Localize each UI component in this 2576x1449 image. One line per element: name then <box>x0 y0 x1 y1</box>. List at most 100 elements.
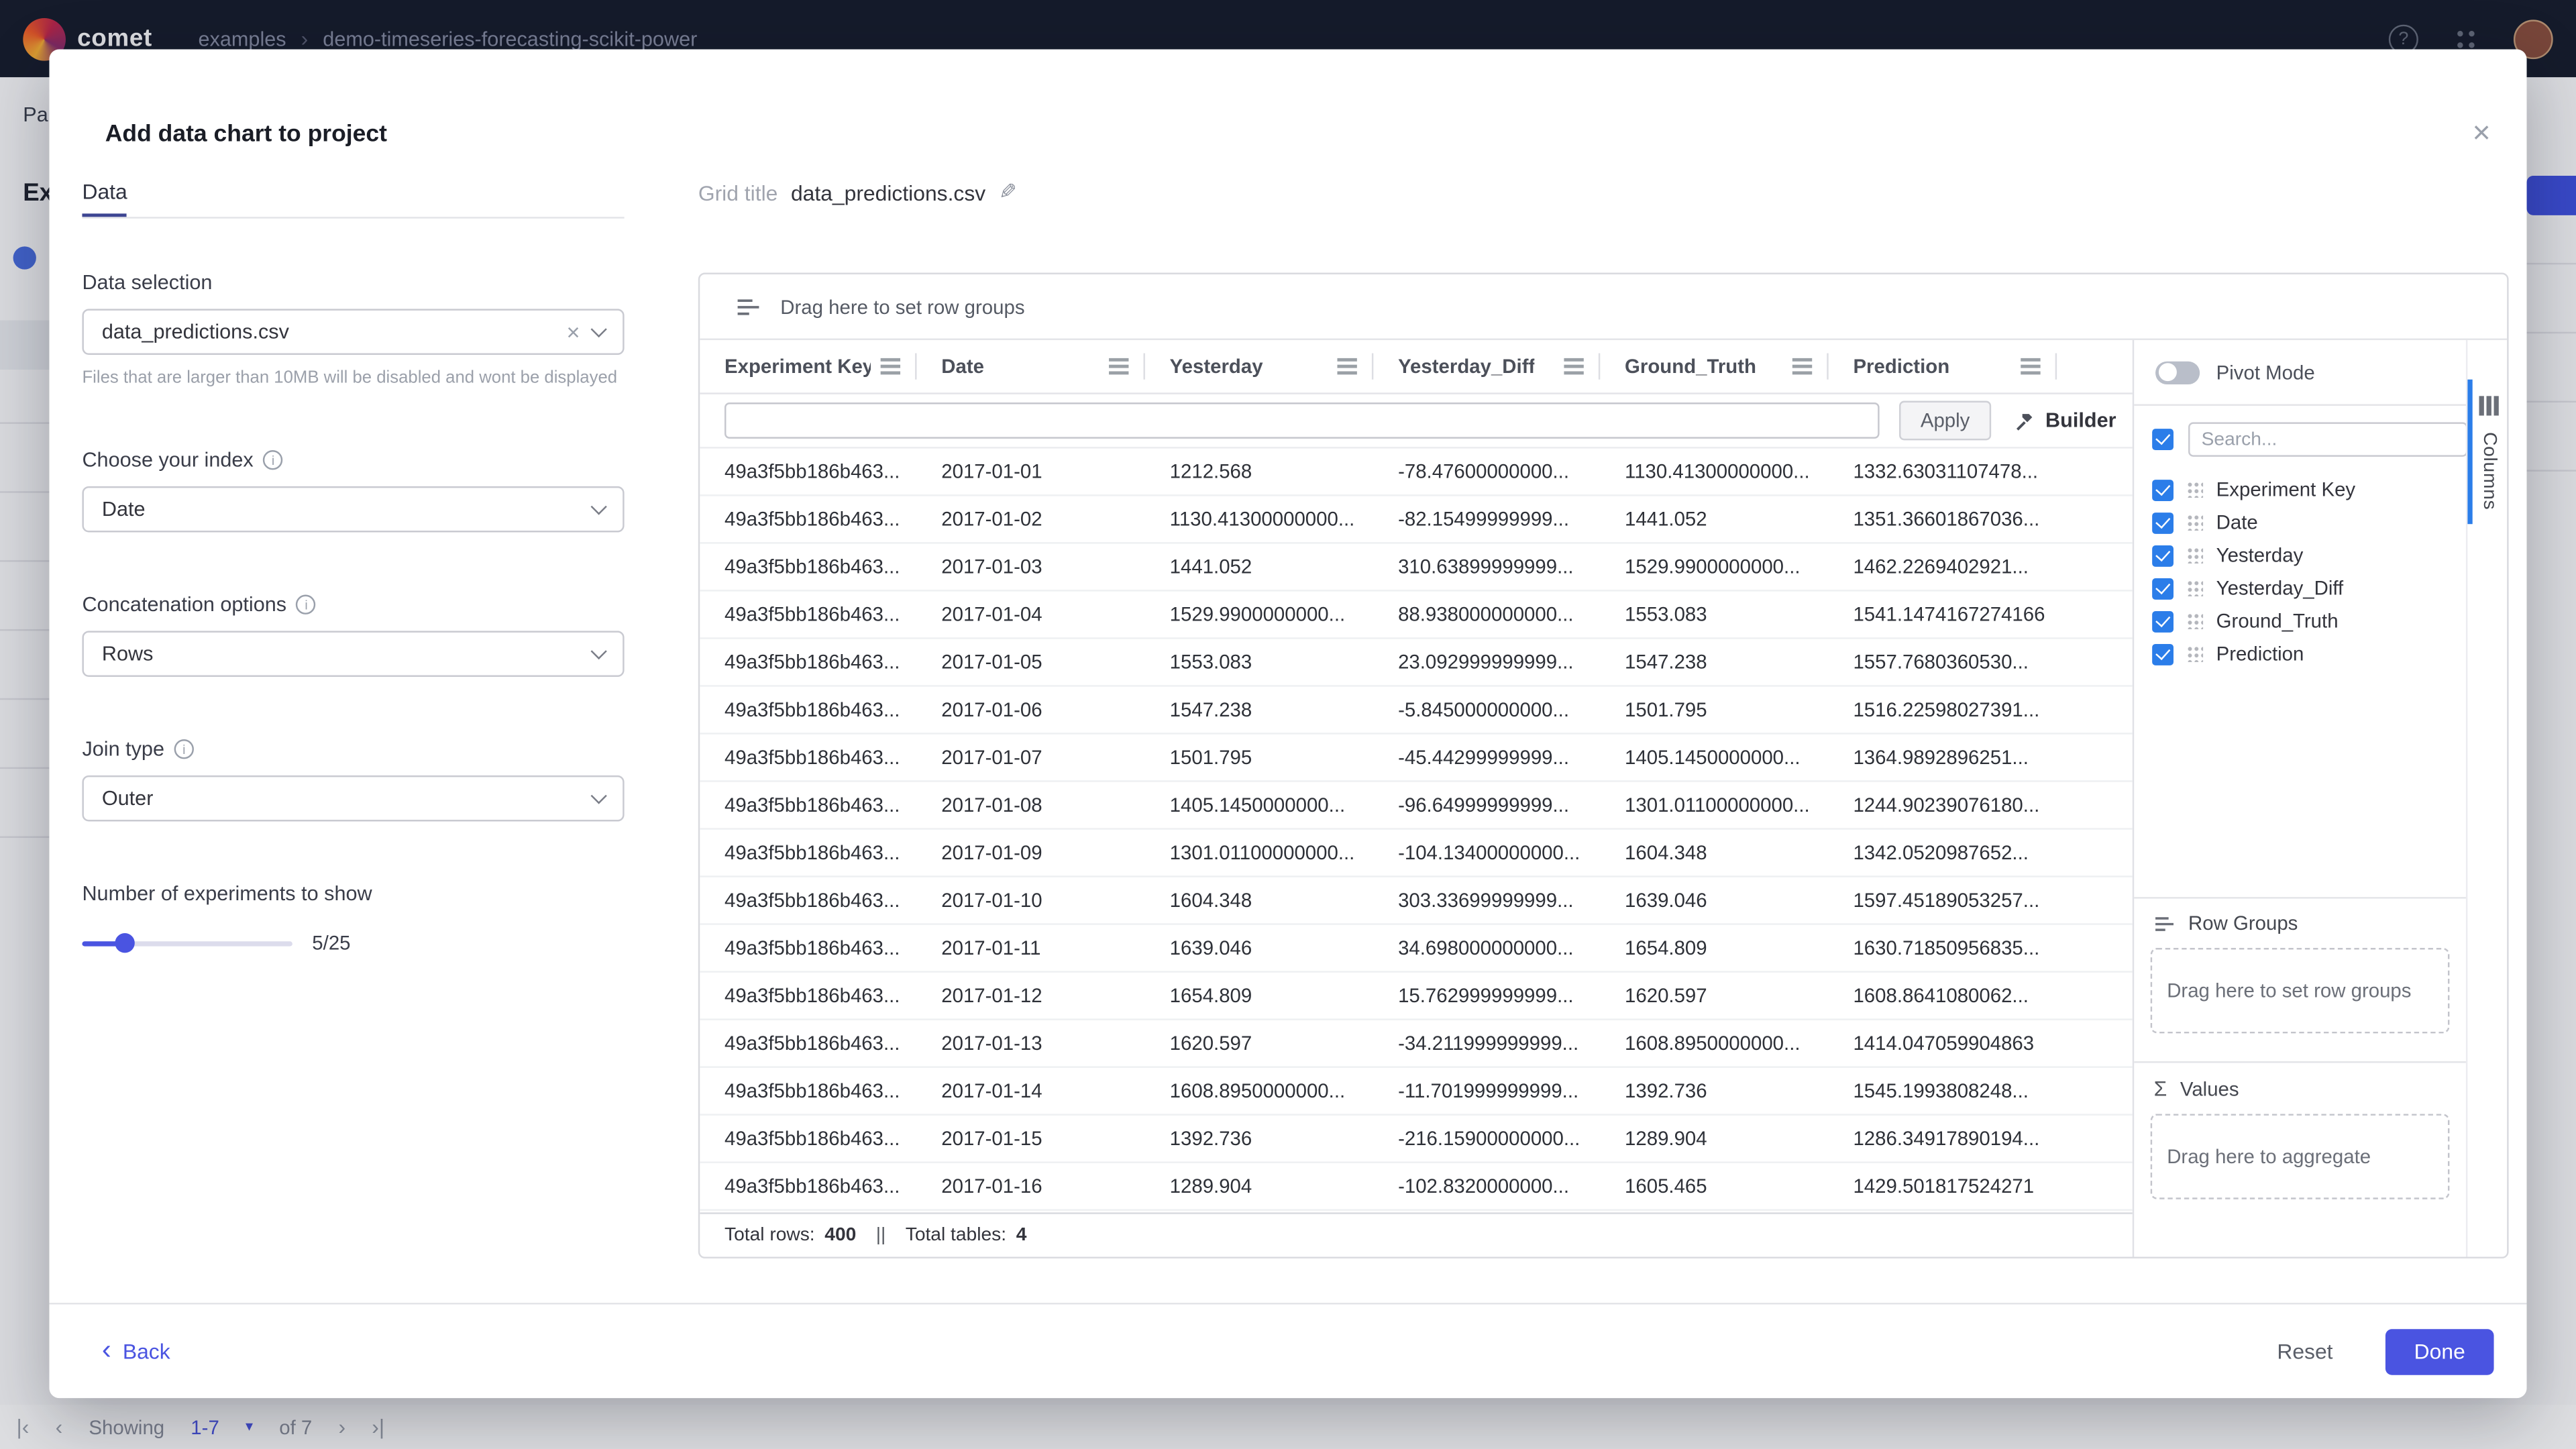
drag-handle-icon[interactable] <box>2187 515 2203 531</box>
column-menu-icon[interactable] <box>1109 365 1128 368</box>
back-button[interactable]: ‹ Back <box>102 1339 170 1364</box>
row-groups-icon <box>2154 914 2176 932</box>
table-cell: 2017-01-12 <box>917 984 1145 1007</box>
column-header-ground-truth[interactable]: Ground_Truth <box>1600 340 1828 392</box>
data-selection-select[interactable]: data_predictions.csv × <box>82 309 624 355</box>
grid-main: Experiment KeyDateYesterdayYesterday_Dif… <box>700 340 2133 1257</box>
column-toggle-experiment-key[interactable]: Experiment Key <box>2152 473 2466 506</box>
row-group-dropzone-bar[interactable]: Drag here to set row groups <box>700 274 2507 340</box>
column-header-experiment-key[interactable]: Experiment Key <box>700 340 916 392</box>
table-cell: 2017-01-11 <box>917 936 1145 959</box>
checkbox-checked-icon[interactable] <box>2152 578 2174 599</box>
table-cell: 49a3f5bb186b463... <box>700 841 916 864</box>
table-row[interactable]: 49a3f5bb186b463...2017-01-111639.04634.6… <box>700 925 2133 973</box>
join-type-label-text: Join type <box>82 738 164 761</box>
column-toggle-prediction[interactable]: Prediction <box>2152 637 2466 670</box>
drag-handle-icon[interactable] <box>2187 547 2203 564</box>
total-rows-label: Total rows: <box>724 1226 815 1245</box>
column-header-date[interactable]: Date <box>917 340 1145 392</box>
done-button[interactable]: Done <box>2385 1328 2494 1375</box>
info-icon: i <box>263 450 282 470</box>
info-icon: i <box>174 739 194 759</box>
table-cell: 1342.0520987652... <box>1829 841 2057 864</box>
join-type-select[interactable]: Outer <box>82 775 624 822</box>
columns-tab[interactable]: Columns <box>2479 432 2499 510</box>
checkbox-checked-icon[interactable] <box>2152 643 2174 665</box>
table-cell: 1212.568 <box>1145 460 1373 483</box>
drag-handle-icon[interactable] <box>2187 645 2203 661</box>
status-divider: || <box>876 1226 886 1245</box>
column-item-label: Date <box>2216 511 2258 534</box>
checkbox-checked-icon[interactable] <box>2152 479 2174 500</box>
table-cell: 1301.01100000000... <box>1600 794 1828 816</box>
tab-data[interactable]: Data <box>82 179 127 217</box>
filter-input[interactable] <box>724 402 1880 439</box>
table-row[interactable]: 49a3f5bb186b463...2017-01-101604.348303.… <box>700 877 2133 925</box>
table-row[interactable]: 49a3f5bb186b463...2017-01-161289.904-102… <box>700 1163 2133 1211</box>
table-row[interactable]: 49a3f5bb186b463...2017-01-131620.597-34.… <box>700 1020 2133 1068</box>
table-cell: 2017-01-05 <box>917 651 1145 674</box>
table-row[interactable]: 49a3f5bb186b463...2017-01-141608.8950000… <box>700 1068 2133 1116</box>
reset-button[interactable]: Reset <box>2267 1337 2343 1365</box>
column-toggle-yesterday-diff[interactable]: Yesterday_Diff <box>2152 572 2466 604</box>
table-row[interactable]: 49a3f5bb186b463...2017-01-121654.80915.7… <box>700 973 2133 1020</box>
column-toggle-ground-truth[interactable]: Ground_Truth <box>2152 604 2466 637</box>
checkbox-checked-icon[interactable] <box>2152 610 2174 632</box>
grid-header: Experiment KeyDateYesterdayYesterday_Dif… <box>700 340 2133 394</box>
column-menu-icon[interactable] <box>881 365 900 368</box>
column-toggle-date[interactable]: Date <box>2152 506 2466 539</box>
table-row[interactable]: 49a3f5bb186b463...2017-01-091301.0110000… <box>700 830 2133 877</box>
table-cell: 88.938000000000... <box>1373 603 1600 626</box>
values-section: Σ Values Drag here to aggregate <box>2134 1061 2466 1199</box>
experiments-slider[interactable] <box>82 941 292 945</box>
modal-main: Grid title data_predictions.csv ✎ Drag h… <box>698 176 2509 1258</box>
table-row[interactable]: 49a3f5bb186b463...2017-01-081405.1450000… <box>700 782 2133 830</box>
table-cell: 1332.63031107478... <box>1829 460 2057 483</box>
column-menu-icon[interactable] <box>2021 365 2040 368</box>
table-row[interactable]: 49a3f5bb186b463...2017-01-021130.4130000… <box>700 496 2133 544</box>
chevron-down-icon <box>591 321 607 337</box>
row-groups-dropzone[interactable]: Drag here to set row groups <box>2151 948 2450 1033</box>
checkbox-checked-icon[interactable] <box>2152 512 2174 533</box>
column-header-prediction[interactable]: Prediction <box>1829 340 2057 392</box>
select-all-checkbox[interactable] <box>2152 429 2174 450</box>
drag-handle-icon[interactable] <box>2187 580 2203 596</box>
grid-middle: Experiment KeyDateYesterdayYesterday_Dif… <box>700 340 2507 1257</box>
table-cell: 49a3f5bb186b463... <box>700 889 916 912</box>
column-menu-icon[interactable] <box>1792 365 1812 368</box>
table-row[interactable]: 49a3f5bb186b463...2017-01-071501.795-45.… <box>700 735 2133 782</box>
columns-search-input[interactable] <box>2188 422 2467 456</box>
close-icon[interactable]: × <box>2472 118 2490 150</box>
clear-icon[interactable]: × <box>566 321 580 343</box>
table-row[interactable]: 49a3f5bb186b463...2017-01-151392.736-216… <box>700 1116 2133 1163</box>
edit-icon[interactable]: ✎ <box>999 179 1017 205</box>
columns-icon <box>2479 396 2499 415</box>
index-select[interactable]: Date <box>82 486 624 533</box>
column-header-yesterday[interactable]: Yesterday <box>1145 340 1373 392</box>
pivot-mode-toggle[interactable] <box>2155 361 2200 384</box>
row-groups-title: Row Groups <box>2188 912 2298 934</box>
table-cell: 34.698000000000... <box>1373 936 1600 959</box>
table-cell: 1462.2269402921... <box>1829 555 2057 578</box>
table-cell: 2017-01-10 <box>917 889 1145 912</box>
builder-button[interactable]: Builder <box>2015 409 2116 432</box>
experiments-slider-row: 5/25 <box>82 932 624 955</box>
column-toggle-yesterday[interactable]: Yesterday <box>2152 539 2466 572</box>
column-header-yesterday-diff[interactable]: Yesterday_Diff <box>1373 340 1600 392</box>
table-row[interactable]: 49a3f5bb186b463...2017-01-011212.568-78.… <box>700 449 2133 496</box>
table-row[interactable]: 49a3f5bb186b463...2017-01-041529.9900000… <box>700 592 2133 639</box>
drag-handle-icon[interactable] <box>2187 482 2203 498</box>
sigma-icon: Σ <box>2154 1076 2167 1101</box>
checkbox-checked-icon[interactable] <box>2152 545 2174 566</box>
values-dropzone[interactable]: Drag here to aggregate <box>2151 1114 2450 1199</box>
concatenation-select[interactable]: Rows <box>82 631 624 677</box>
slider-knob[interactable] <box>115 933 134 953</box>
modal-footer: ‹ Back Reset Done <box>49 1303 2526 1398</box>
column-menu-icon[interactable] <box>1564 365 1583 368</box>
apply-button[interactable]: Apply <box>1899 401 1991 441</box>
drag-handle-icon[interactable] <box>2187 612 2203 629</box>
table-row[interactable]: 49a3f5bb186b463...2017-01-031441.052310.… <box>700 544 2133 592</box>
table-row[interactable]: 49a3f5bb186b463...2017-01-051553.08323.0… <box>700 639 2133 687</box>
column-menu-icon[interactable] <box>1337 365 1356 368</box>
table-row[interactable]: 49a3f5bb186b463...2017-01-061547.238-5.8… <box>700 687 2133 735</box>
